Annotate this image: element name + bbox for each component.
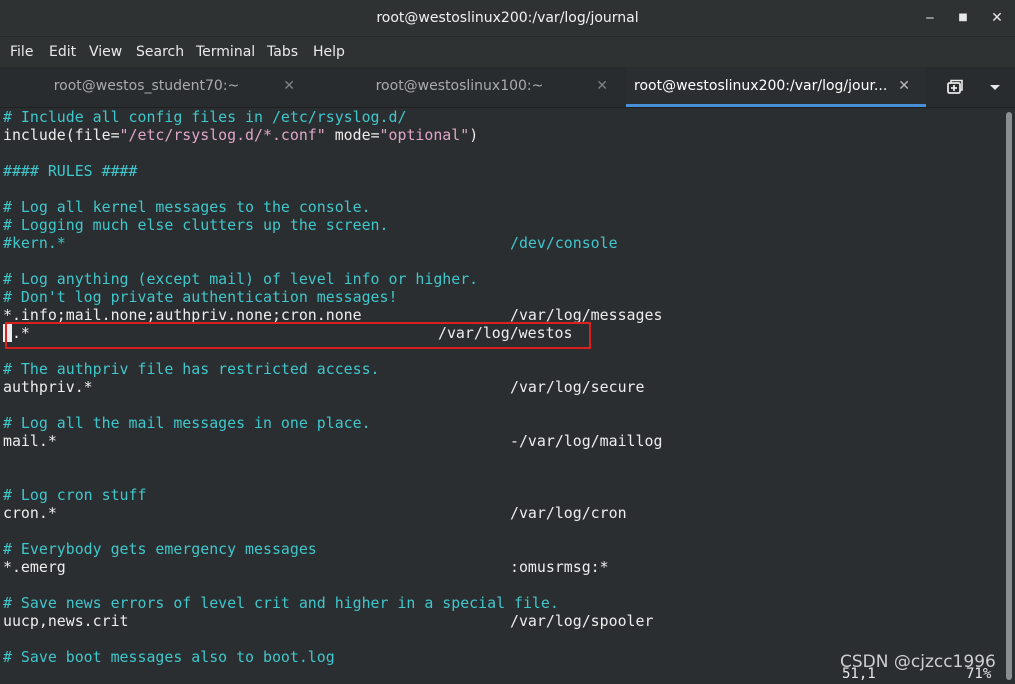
rule-selector: authpriv.* (3, 378, 93, 396)
maximize-button[interactable]: ■ (951, 6, 975, 30)
window-title: root@westoslinux200:/var/log/journal (376, 10, 639, 26)
scrollbar-thumb[interactable] (1006, 112, 1012, 680)
menu-terminal[interactable]: Terminal (196, 37, 255, 67)
rule-selector: uucp,news.crit (3, 612, 129, 630)
rule-destination: /var/log/cron (510, 504, 627, 522)
menu-help[interactable]: Help (313, 37, 345, 67)
chevron-down-icon (990, 85, 1000, 90)
watermark: CSDN @cjzcc1996 (840, 652, 996, 672)
new-tab-button[interactable] (935, 67, 975, 107)
rule-selector: cron.* (3, 504, 57, 522)
tab-close-icon[interactable]: ✕ (898, 67, 910, 107)
config-comment: # Log all kernel messages to the console… (3, 198, 371, 216)
menu-bar: File Edit View Search Terminal Tabs Help (0, 36, 1015, 67)
rule-line: cron.* /var/log/cron (3, 504, 1003, 522)
config-comment: # Save boot messages also to boot.log (3, 648, 335, 666)
tab-close-icon[interactable]: ✕ (596, 67, 608, 107)
close-button[interactable]: ✕ (985, 6, 1009, 30)
tab-westoslinux200[interactable]: root@westoslinux200:/var/log/jour... ✕ (626, 67, 926, 107)
config-comment: # The authpriv file has restricted acces… (3, 360, 380, 378)
tab-label: root@westoslinux100:~ (375, 78, 544, 94)
tab-close-icon[interactable]: ✕ (283, 67, 295, 107)
config-comment: # Logging much else clutters up the scre… (3, 216, 389, 234)
new-tab-icon (947, 79, 963, 94)
rule-selector: mail.* (3, 432, 57, 450)
include-directive: include(file= (3, 126, 120, 144)
tab-label: root@westoslinux200:/var/log/jour... (634, 78, 886, 94)
rule-selector: #kern.* (3, 234, 66, 252)
title-bar: root@westoslinux200:/var/log/journal ‒ ■… (0, 0, 1015, 36)
config-comment: # Log cron stuff (3, 486, 147, 504)
rule-line: authpriv.* /var/log/secure (3, 378, 1003, 396)
rule-destination: -/var/log/maillog (510, 432, 663, 450)
rule-selector: *.emerg (3, 558, 66, 576)
menu-tabs[interactable]: Tabs (267, 37, 298, 67)
include-mode-string: "optional" (379, 126, 470, 144)
tab-bar: root@westos_student70:~ ✕ root@westoslin… (0, 67, 1015, 108)
tab-westoslinux100[interactable]: root@westoslinux100:~ ✕ (313, 67, 626, 107)
terminal-view[interactable]: # Include all config files in /etc/rsysl… (0, 108, 1003, 684)
rules-heading: #### RULES #### (3, 162, 138, 180)
highlight-annotation-box (5, 322, 591, 349)
include-file-string: "/etc/rsyslog.d/*.conf" (119, 126, 326, 144)
rule-destination: /var/log/spooler (510, 612, 654, 630)
rule-line: mail.* -/var/log/maillog (3, 432, 1003, 450)
rule-line: uucp,news.crit/var/log/spooler (3, 612, 1003, 630)
rule-line: *.emerg :omusrmsg:* (3, 558, 1003, 576)
rule-line: #kern.* /dev/console (3, 234, 1003, 252)
tab-westos-student70[interactable]: root@westos_student70:~ ✕ (0, 67, 313, 107)
config-comment: # Save news errors of level crit and hig… (3, 594, 559, 612)
rule-destination: /dev/console (510, 234, 618, 252)
include-mode-keyword: mode= (325, 126, 380, 144)
tab-menu-button[interactable] (980, 67, 1010, 107)
config-comment: # Include all config files in /etc/rsysl… (3, 108, 407, 126)
config-comment: # Everybody gets emergency messages (3, 540, 317, 558)
include-close-paren: ) (469, 126, 479, 144)
config-comment: # Log all the mail messages in one place… (3, 414, 371, 432)
include-line: include(file="/etc/rsyslog.d/*.conf" mod… (3, 126, 478, 144)
rule-destination: /var/log/secure (510, 378, 645, 396)
menu-view[interactable]: View (89, 37, 122, 67)
tab-label: root@westos_student70:~ (53, 78, 240, 94)
minimize-button[interactable]: ‒ (918, 6, 942, 30)
menu-edit[interactable]: Edit (49, 37, 76, 67)
menu-search[interactable]: Search (136, 37, 184, 67)
config-comment: # Log anything (except mail) of level in… (3, 270, 479, 288)
rule-destination: :omusrmsg:* (510, 558, 609, 576)
config-comment: # Don't log private authentication messa… (3, 288, 398, 306)
scrollbar[interactable] (1003, 108, 1015, 684)
menu-file[interactable]: File (10, 37, 33, 67)
